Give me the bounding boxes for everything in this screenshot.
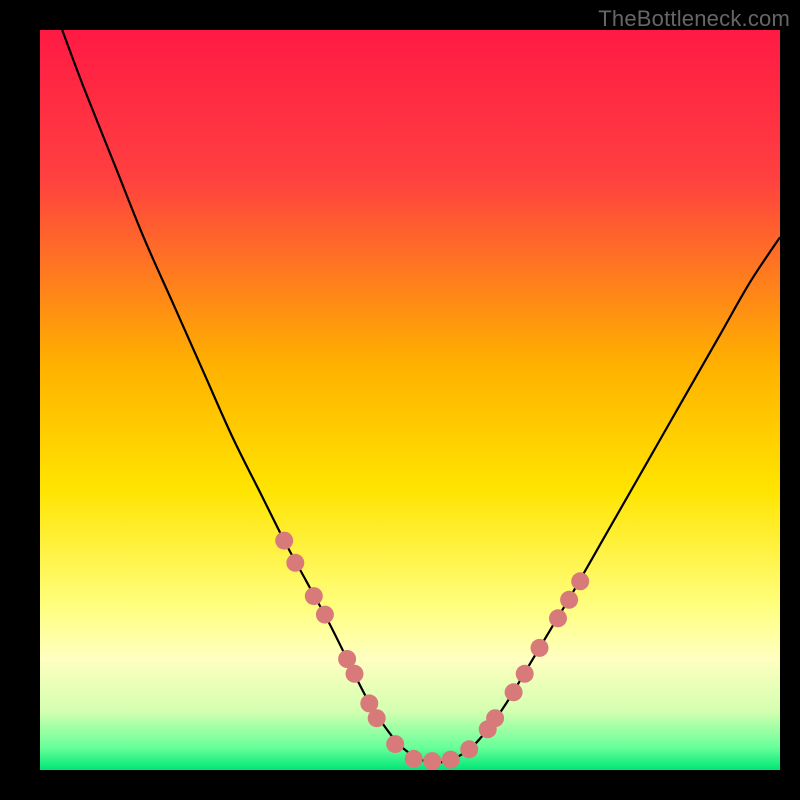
marker-dot: [531, 639, 549, 657]
chart-svg: [40, 30, 780, 770]
marker-dot: [275, 532, 293, 550]
marker-dot: [316, 606, 334, 624]
marker-dot: [286, 554, 304, 572]
marker-dot: [505, 683, 523, 701]
chart-plot-area: [40, 30, 780, 770]
marker-dot: [486, 709, 504, 727]
marker-dot: [442, 751, 460, 769]
marker-dot: [571, 572, 589, 590]
marker-dot: [460, 740, 478, 758]
chart-background: [40, 30, 780, 770]
marker-dot: [346, 665, 364, 683]
marker-dot: [516, 665, 534, 683]
marker-dot: [560, 591, 578, 609]
marker-dot: [549, 609, 567, 627]
marker-dot: [386, 735, 404, 753]
marker-dot: [405, 750, 423, 768]
chart-frame: TheBottleneck.com: [0, 0, 800, 800]
marker-dot: [368, 709, 386, 727]
watermark-text: TheBottleneck.com: [598, 6, 790, 32]
marker-dot: [305, 587, 323, 605]
marker-dot: [423, 752, 441, 770]
